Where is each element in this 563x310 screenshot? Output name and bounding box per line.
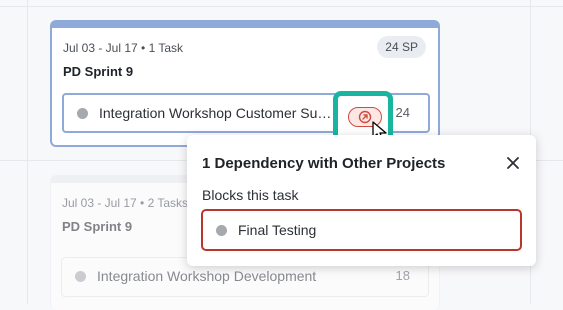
external-link-circle-icon [358,110,372,124]
dependency-popover: 1 Dependency with Other Projects Blocks … [187,135,536,266]
task-points: 24 [395,105,410,120]
status-dot [75,271,86,282]
task-title: Integration Workshop Customer Support [99,105,339,121]
popover-title: 1 Dependency with Other Projects [202,155,446,172]
grid-line [0,6,563,7]
story-points-badge: 24 SP [377,36,426,58]
task-points: 18 [395,268,410,283]
sprint-date-range: Jul 03 - Jul 17 • 1 Task [63,41,184,55]
close-icon[interactable] [505,155,521,171]
dependency-item[interactable]: Final Testing [201,209,522,251]
status-dot [216,225,227,236]
sprint-name: PD Sprint 9 [63,64,134,79]
popover-section-label: Blocks this task [202,187,299,203]
task-title: Integration Workshop Development [97,268,317,284]
sprint-date-range: Jul 03 - Jul 17 • 2 Tasks [62,196,189,210]
dependency-item-title: Final Testing [238,222,317,238]
sprint-name: PD Sprint 9 [62,219,133,234]
status-dot [77,108,88,119]
grid-line [27,0,28,304]
